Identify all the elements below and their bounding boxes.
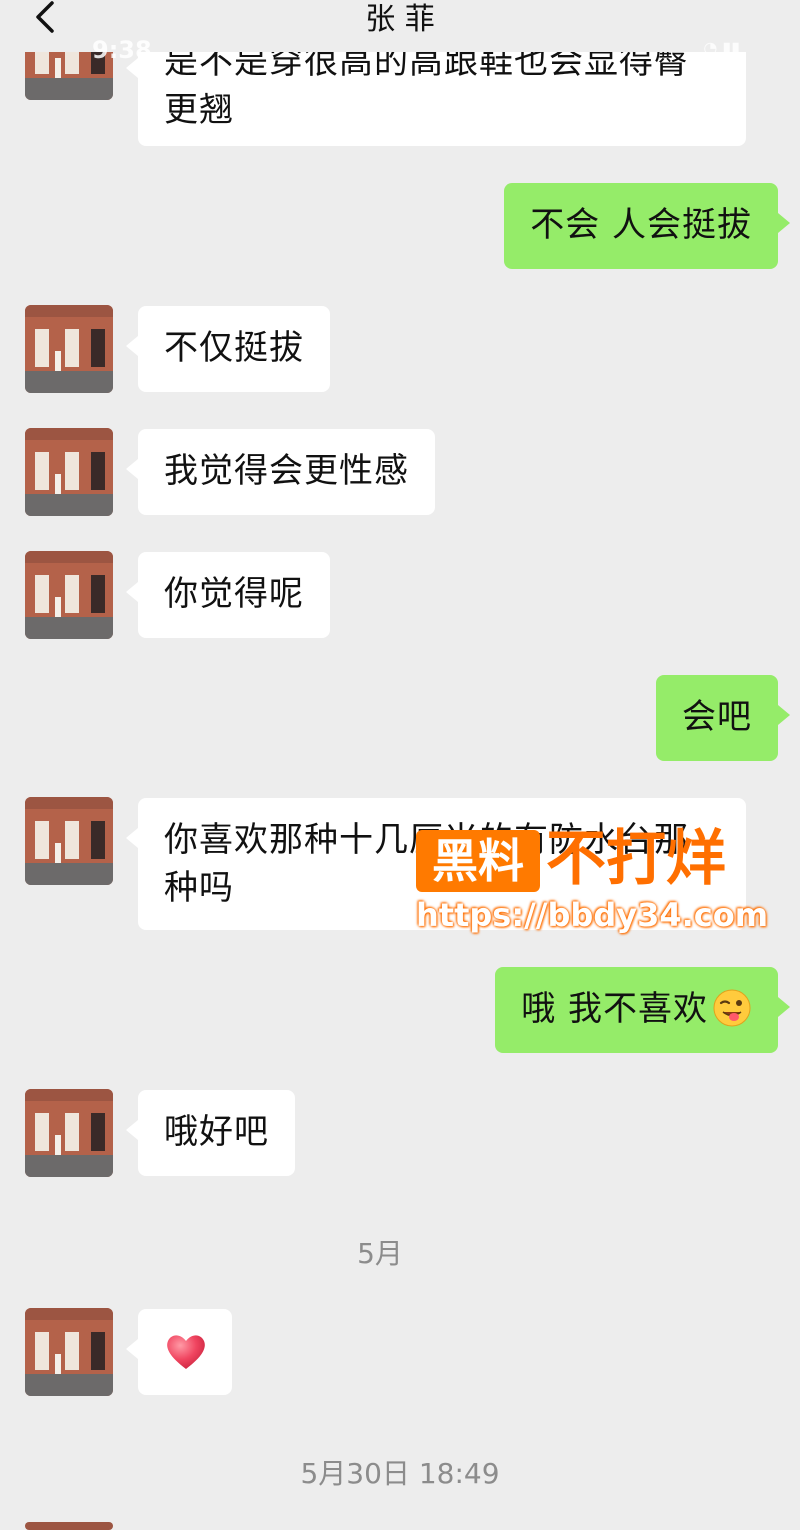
message-text: 哦好吧 <box>164 1112 269 1152</box>
watermark-title: 不打烊 <box>546 824 726 894</box>
message-bubble-received[interactable]: 我觉得会更性感 <box>126 429 435 515</box>
chat-header: 张 菲 9:38 ◔ ▮▮ <box>0 0 800 64</box>
contact-avatar[interactable] <box>25 1308 113 1396</box>
contact-avatar[interactable] <box>25 797 113 885</box>
contact-avatar[interactable] <box>25 551 113 639</box>
message-bubble-received[interactable]: 不仅挺拔 <box>126 306 330 392</box>
message-bubble-received[interactable]: 哦好吧 <box>126 1090 295 1176</box>
message-bubble-received[interactable]: 你觉得呢 <box>126 552 330 638</box>
message-bubble-sent[interactable]: 会吧 <box>656 675 790 761</box>
watermark: 黑料 不打烊 https://bbdy34.com <box>416 824 768 936</box>
contact-avatar[interactable] <box>25 1089 113 1177</box>
message-text: 我觉得会更性感 <box>164 451 409 491</box>
message-text: 你觉得呢 <box>164 574 304 614</box>
message-bubble-sent[interactable]: 哦 我不喜欢 <box>495 967 790 1053</box>
message-text: 是不是穿很高的高跟鞋也会显得臀 更翘 <box>164 42 689 130</box>
message-text: 哦 我不喜欢 <box>521 989 708 1029</box>
watermark-badge: 黑料 <box>416 830 540 892</box>
contact-avatar[interactable] <box>25 428 113 516</box>
watermark-url: https://bbdy34.com <box>416 896 769 934</box>
status-icons: ◔ ▮▮ <box>703 38 740 57</box>
chat-title: 张 菲 <box>365 2 435 37</box>
wink-tongue-emoji-icon <box>712 988 752 1028</box>
message-bubble-received[interactable] <box>126 1309 232 1395</box>
chat-timestamp: 5月30日 18:49 <box>300 1457 500 1490</box>
message-bubble-sent[interactable]: 不会 人会挺拔 <box>504 183 790 269</box>
contact-avatar[interactable] <box>25 1522 113 1530</box>
status-time: 9:38 <box>92 36 152 64</box>
chat-timestamp: 5月 <box>357 1237 403 1270</box>
heart-emoji-icon <box>164 1331 208 1384</box>
contact-avatar[interactable] <box>25 305 113 393</box>
message-text: 不仅挺拔 <box>164 328 304 368</box>
message-text: 会吧 <box>682 697 752 737</box>
message-text: 不会 人会挺拔 <box>530 205 752 245</box>
